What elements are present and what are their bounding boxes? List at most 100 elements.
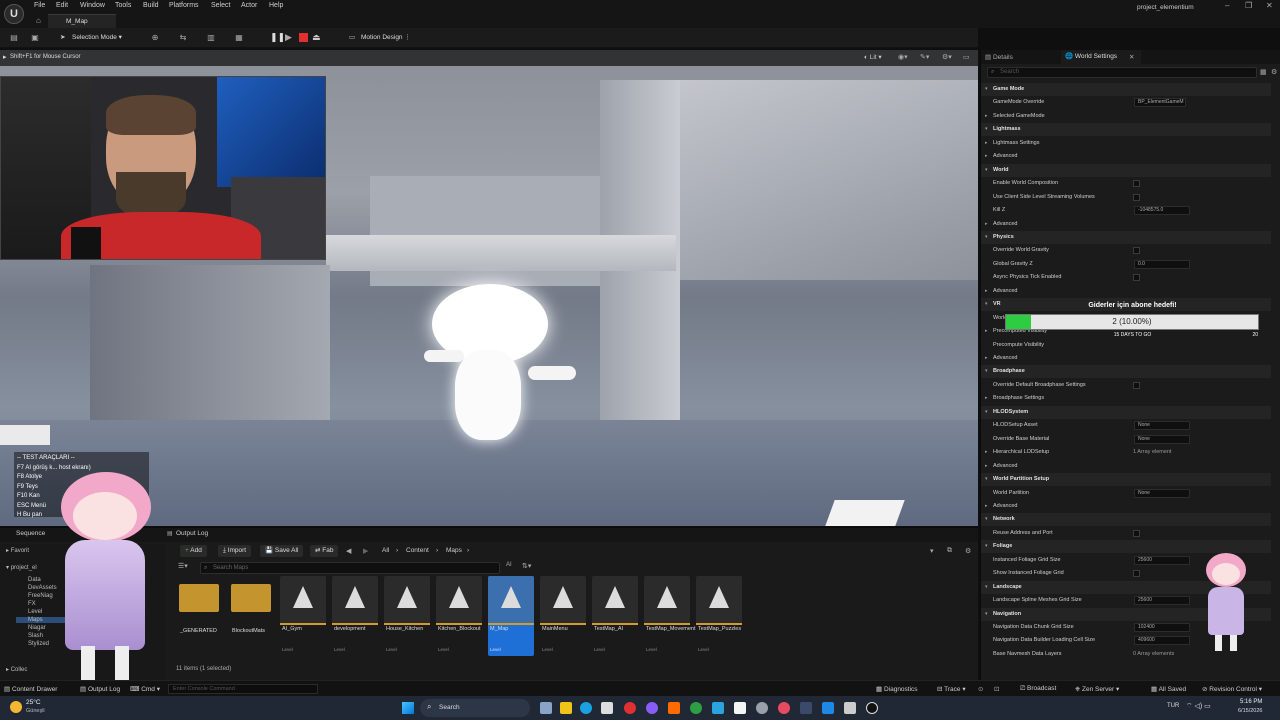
- details-property-row[interactable]: ▸ Advanced: [981, 218, 1271, 231]
- tab-output-log[interactable]: Output Log: [176, 530, 208, 537]
- unreal-logo-icon[interactable]: U: [4, 4, 24, 24]
- expand-arrow-icon[interactable]: ▸: [985, 218, 988, 231]
- file-explorer-icon[interactable]: [560, 702, 572, 714]
- asset-tile[interactable]: AI_Gym Level: [280, 576, 326, 656]
- cmd-dropdown[interactable]: ⌨ Cmd ▾: [130, 685, 160, 693]
- folder-thumbnail[interactable]: [231, 584, 271, 612]
- pause-icon[interactable]: ❚❚: [270, 32, 285, 43]
- details-property-row[interactable]: Use Client Side Level Streaming Volumes: [981, 191, 1271, 204]
- ai-icon[interactable]: AI: [506, 562, 512, 568]
- app-icon[interactable]: [690, 702, 702, 714]
- asset-tile-selected[interactable]: M_Map Level: [488, 576, 534, 656]
- tree-item-niagar[interactable]: Niagar: [28, 625, 46, 631]
- app-icon[interactable]: [624, 702, 636, 714]
- details-category[interactable]: ▾ Game Mode: [981, 83, 1271, 96]
- menu-actor[interactable]: Actor: [241, 2, 257, 9]
- settings-icon[interactable]: ⚙▾: [942, 53, 952, 61]
- expand-arrow-icon[interactable]: ▸: [985, 137, 988, 150]
- history-dropdown-icon[interactable]: ▾: [930, 547, 934, 555]
- tab-details[interactable]: ▤ Details: [985, 53, 1013, 61]
- property-checkbox[interactable]: [1133, 274, 1140, 282]
- tree-item-fx[interactable]: FX: [28, 601, 36, 607]
- asset-tile[interactable]: development Level: [332, 576, 378, 656]
- app-icon[interactable]: [646, 702, 658, 714]
- app-icon[interactable]: [800, 702, 812, 714]
- folder-thumbnail[interactable]: [179, 584, 219, 612]
- expand-arrow-icon[interactable]: ▸: [985, 460, 988, 473]
- camera-icon[interactable]: ⊡: [994, 685, 999, 693]
- windows-start-icon[interactable]: [402, 702, 414, 714]
- expand-arrow-icon[interactable]: ▸: [985, 285, 988, 298]
- menu-platforms[interactable]: Platforms: [169, 2, 199, 9]
- tree-favorites[interactable]: ▸ Favorit: [6, 547, 29, 554]
- details-category[interactable]: ▾ Network: [981, 513, 1271, 527]
- menu-help[interactable]: Help: [269, 2, 283, 9]
- history-forward-icon[interactable]: ▶: [363, 547, 368, 555]
- details-property-row[interactable]: ▸ Advanced: [981, 150, 1271, 163]
- blueprint-icon[interactable]: ▥: [206, 33, 216, 43]
- details-category[interactable]: ▾ Foliage: [981, 540, 1271, 554]
- property-checkbox[interactable]: [1133, 247, 1140, 255]
- expand-icon[interactable]: ▾: [985, 298, 988, 311]
- breadcrumb-content[interactable]: Content: [406, 547, 429, 554]
- details-property-row[interactable]: Global Gravity Z 0.0: [981, 258, 1271, 271]
- expand-arrow-icon[interactable]: ▸: [985, 110, 988, 123]
- property-value-field[interactable]: 409600: [1134, 636, 1190, 646]
- property-checkbox[interactable]: [1133, 529, 1140, 537]
- filter-icon[interactable]: ☰▾: [178, 562, 188, 570]
- unreal-taskbar-icon[interactable]: [866, 702, 878, 714]
- edge-icon[interactable]: [580, 702, 592, 714]
- property-checkbox[interactable]: [1133, 193, 1140, 201]
- step-icon[interactable]: ▶: [285, 32, 292, 43]
- details-settings-icon[interactable]: ⚙: [1271, 68, 1277, 76]
- menu-edit[interactable]: Edit: [56, 2, 68, 9]
- details-property-row[interactable]: ▸ Advanced: [981, 352, 1271, 365]
- app-icon[interactable]: [756, 702, 768, 714]
- app-icon[interactable]: [668, 702, 680, 714]
- details-property-row[interactable]: Async Physics Tick Enabled: [981, 271, 1271, 284]
- dock-icon[interactable]: ⧉: [947, 547, 952, 555]
- tree-item-data[interactable]: Data: [28, 577, 41, 583]
- drawer-settings-icon[interactable]: ⚙: [965, 547, 971, 555]
- store-icon[interactable]: [601, 702, 613, 714]
- layout-icon[interactable]: ▭: [963, 53, 970, 61]
- close-icon[interactable]: ✕: [1266, 1, 1273, 10]
- expand-icon[interactable]: ▾: [985, 83, 988, 96]
- taskbar-search[interactable]: ⌕ Search: [420, 699, 530, 717]
- details-category[interactable]: ▾ World Partition Setup: [981, 473, 1271, 487]
- property-checkbox[interactable]: [1133, 180, 1140, 188]
- minimize-icon[interactable]: –: [1225, 1, 1229, 10]
- details-property-row[interactable]: HLODSetup Asset None: [981, 419, 1271, 432]
- tree-collections[interactable]: ▸ Collec: [6, 666, 27, 673]
- menu-select[interactable]: Select: [211, 2, 230, 9]
- asset-tile[interactable]: TestMap_AI Level: [592, 576, 638, 656]
- expand-icon[interactable]: ▾: [985, 540, 988, 553]
- details-category[interactable]: ▾ Lightmass: [981, 123, 1271, 137]
- tree-item-level[interactable]: Level: [28, 609, 42, 615]
- broadcast-button[interactable]: ⎚ Broadcast: [1020, 685, 1056, 693]
- app-icon[interactable]: [778, 702, 790, 714]
- expand-icon[interactable]: ▾: [985, 473, 988, 486]
- details-property-row[interactable]: ▸ Lightmass Settings: [981, 137, 1271, 150]
- cinematics-icon[interactable]: ▦: [234, 33, 244, 43]
- transform-icon[interactable]: ⇆: [178, 33, 188, 43]
- expand-icon[interactable]: ▾: [985, 123, 988, 136]
- revision-control-button[interactable]: ⊘ Revision Control ▾: [1202, 685, 1262, 693]
- expand-icon[interactable]: ▾: [985, 513, 988, 526]
- expand-arrow-icon[interactable]: ▸: [985, 325, 988, 338]
- app-icon[interactable]: [712, 702, 724, 714]
- tree-item-slash[interactable]: Slash: [28, 633, 43, 639]
- browse-icon[interactable]: ▣: [30, 33, 40, 43]
- expand-arrow-icon[interactable]: ▸: [985, 392, 988, 405]
- import-button[interactable]: ⤓ Import: [218, 545, 252, 557]
- breadcrumb-maps[interactable]: Maps: [446, 547, 462, 554]
- property-value-field[interactable]: 102400: [1134, 623, 1190, 632]
- expand-arrow-icon[interactable]: ▸: [985, 150, 988, 163]
- close-tab-icon[interactable]: ✕: [1129, 53, 1134, 61]
- expand-icon[interactable]: ▾: [985, 231, 988, 244]
- details-category[interactable]: ▾ HLODSystem: [981, 405, 1271, 419]
- add-actor-icon[interactable]: ⊕: [150, 33, 160, 43]
- home-icon[interactable]: ⌂: [36, 16, 41, 25]
- property-value-field[interactable]: None: [1134, 434, 1190, 444]
- expand-arrow-icon[interactable]: ▸: [985, 446, 988, 459]
